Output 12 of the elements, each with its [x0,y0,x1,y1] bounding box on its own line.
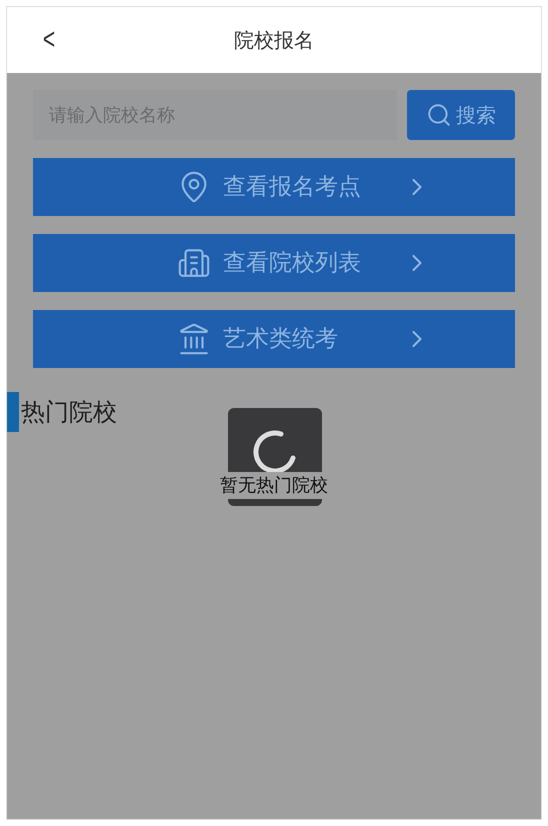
menu-button[interactable]: 查看报名考点 [33,158,515,216]
menu-button[interactable]: 查看院校列表 [33,234,515,292]
back-button[interactable]: < [35,19,63,59]
page-title: 院校报名 [234,27,314,54]
menu-button[interactable]: 艺术类统考 [33,310,515,368]
building-icon [177,246,211,280]
section-title: 热门院校 [21,397,117,428]
columned-building-icon [177,322,211,356]
search-icon [426,102,452,128]
empty-message: 暂无热门院校 [218,472,330,499]
section-marker [7,392,19,432]
search-button[interactable]: 搜索 [407,90,515,140]
